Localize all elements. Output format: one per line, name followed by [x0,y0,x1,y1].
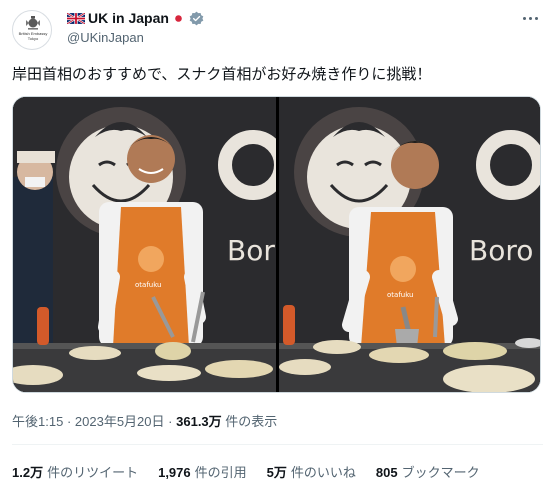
likes-count: 5万 [266,465,287,480]
bookmarks-stat[interactable]: 805 ブックマーク [376,462,480,481]
royal-crest-icon [26,16,40,30]
display-name[interactable]: UK in Japan [88,9,169,27]
tweet-header: British Embassy Tokyo UK in Japan @UKinJ… [12,8,543,50]
media-grid: Bor otafuku Boro otafuku [12,96,541,393]
tweet-time[interactable]: 午後1:15 [12,414,63,429]
tweet-text: 岸田首相のおすすめで、スナク首相がお好み焼き作りに挑戦！ [12,65,432,83]
avatar-caption: British Embassy Tokyo [18,31,48,41]
retweets-label: 件のリツイート [47,465,139,480]
photo-2[interactable]: Boro otafuku [279,97,540,392]
meta-separator: · [66,414,72,429]
quotes-label: 件の引用 [194,465,247,480]
quotes-stat[interactable]: 1,976 件の引用 [158,462,247,481]
views-label: 件の表示 [225,414,278,429]
sign-text: Boro [469,234,533,267]
verified-badge-icon [189,11,204,25]
retweets-stat[interactable]: 1.2万 件のリツイート [12,462,138,481]
engagement-stats: 1.2万 件のリツイート 1,976 件の引用 5万 件のいいね 805 ブックマーク [12,462,480,481]
account-handle[interactable]: @UKinJapan [67,30,204,45]
apron-text: otafuku [135,281,162,289]
quotes-count: 1,976 [158,465,191,480]
avatar[interactable]: British Embassy Tokyo [12,10,52,50]
more-options-icon[interactable] [519,10,541,26]
account-names: UK in Japan @UKinJapan [67,9,204,45]
meta-separator: · [168,414,173,429]
apron-text: otafuku [387,291,414,299]
divider [12,444,543,445]
tweet-meta: 午後1:15 · 2023年5月20日 · 361.3万 件の表示 [12,411,277,430]
union-jack-icon [67,12,85,24]
bookmarks-label: ブックマーク [401,465,480,480]
retweets-count: 1.2万 [12,465,44,480]
sign-text: Bor [227,234,275,267]
bookmarks-count: 805 [375,465,398,480]
likes-stat[interactable]: 5万 件のいいね [267,462,356,481]
views-count: 361.3万 [176,414,222,429]
likes-label: 件のいいね [290,465,356,480]
japan-flag-icon [172,12,184,24]
tweet-date[interactable]: 2023年5月20日 [75,414,165,429]
photo-1[interactable]: Bor otafuku [13,97,276,392]
